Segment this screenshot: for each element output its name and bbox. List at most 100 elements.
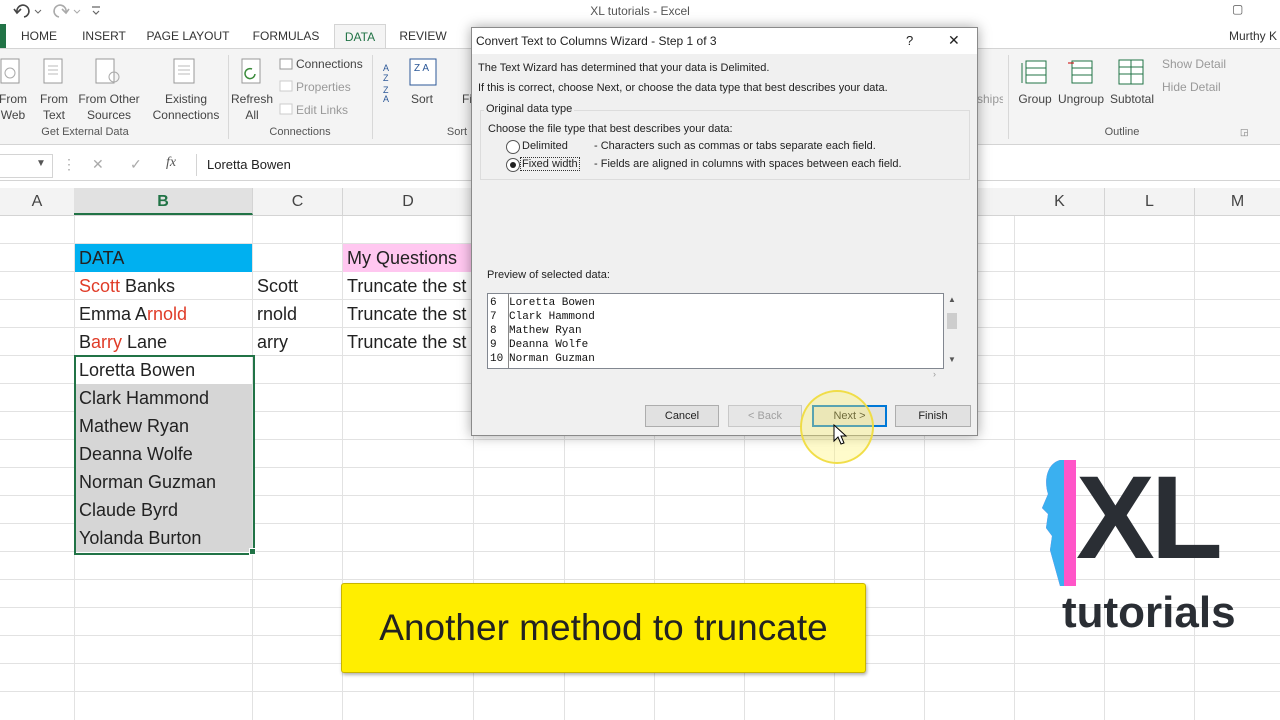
choose-file-type-label: Choose the file type that best describes… (488, 123, 733, 135)
ribbon-separator (228, 55, 229, 139)
cell-d5[interactable]: Truncate the st (343, 328, 473, 356)
ungroup-icon (1068, 60, 1093, 84)
ribbon-separator (1008, 55, 1009, 139)
cell-b3[interactable]: Scott Banks (75, 272, 252, 300)
enter-entry-icon[interactable]: ✓ (130, 156, 142, 173)
scroll-thumb[interactable] (947, 313, 957, 329)
column-header-a[interactable]: A (0, 188, 75, 215)
preview-row-number: 6 (490, 297, 497, 309)
tab-page-layout[interactable]: PAGE LAYOUT (144, 24, 232, 48)
from-other-sources-button[interactable]: From Other Sources (74, 91, 144, 123)
cell-c5[interactable]: arry (253, 328, 341, 356)
title-bar: XL tutorials - Excel ▢ (0, 0, 1280, 24)
refresh-all-button[interactable]: Refresh All (230, 91, 274, 123)
insert-function-icon[interactable]: fx (166, 155, 176, 171)
scroll-down-icon[interactable]: ▼ (948, 355, 956, 364)
preview-row-number: 8 (490, 325, 497, 337)
group-button[interactable]: Group (1014, 91, 1056, 107)
connections-button[interactable]: Connections (296, 56, 363, 72)
column-header-l[interactable]: L (1105, 188, 1195, 215)
redo-icon[interactable] (52, 3, 82, 21)
name-box[interactable]: ▼ (0, 154, 53, 178)
cell-d3[interactable]: Truncate the st (343, 272, 473, 300)
hide-detail-button[interactable]: Hide Detail (1162, 79, 1221, 95)
tab-review[interactable]: REVIEW (394, 24, 452, 48)
tab-formulas[interactable]: FORMULAS (246, 24, 326, 48)
cell-my-questions-header[interactable]: My Questions (343, 244, 473, 272)
scroll-right-icon[interactable]: › (933, 369, 936, 379)
wizard-info-line-1: The Text Wizard has determined that your… (478, 62, 770, 74)
text-to-columns-dialog: Convert Text to Columns Wizard - Step 1 … (471, 27, 978, 436)
caption-banner: Another method to truncate (341, 583, 866, 673)
preview-row-number: 7 (490, 311, 497, 323)
ribbon-separator (372, 55, 373, 139)
cancel-entry-icon[interactable]: ✕ (92, 156, 104, 173)
group-icon (1021, 60, 1047, 84)
window-title: XL tutorials - Excel (590, 4, 690, 18)
file-tab-edge[interactable] (0, 24, 6, 48)
dialog-title-bar[interactable]: Convert Text to Columns Wizard - Step 1 … (472, 28, 977, 54)
column-header-d[interactable]: D (343, 188, 474, 215)
cell-b5[interactable]: Barry Lane (75, 328, 252, 356)
chevron-down-icon: ▼ (36, 158, 46, 169)
show-detail-button[interactable]: Show Detail (1162, 56, 1226, 72)
refresh-icon (241, 58, 261, 84)
cell-d4[interactable]: Truncate the st (343, 300, 473, 328)
sort-icon: Z A (409, 58, 437, 86)
fixed-width-radio[interactable] (506, 158, 520, 172)
outline-dialog-launcher-icon[interactable]: ◲ (1240, 127, 1249, 138)
close-button[interactable]: ✕ (948, 32, 960, 49)
from-text-button[interactable]: From Text (36, 91, 72, 123)
delimited-label[interactable]: Delimited (522, 140, 568, 152)
subtotal-button[interactable]: Subtotal (1106, 91, 1158, 107)
data-preview[interactable]: 6 Loretta Bowen 7 Clark Hammond 8 Mathew… (487, 293, 944, 369)
preview-horizontal-scrollbar[interactable]: › (487, 369, 942, 383)
undo-icon[interactable] (12, 3, 42, 21)
cancel-button[interactable]: Cancel (645, 405, 719, 427)
group-get-external-data: Get External Data (41, 126, 129, 138)
preview-row-number: 9 (490, 339, 497, 351)
edit-links-button[interactable]: Edit Links (296, 102, 348, 118)
tab-data[interactable]: DATA (334, 24, 386, 49)
from-other-sources-icon (95, 58, 120, 84)
connections-icon (279, 58, 293, 70)
column-header-k[interactable]: K (1015, 188, 1105, 215)
tab-home[interactable]: HOME (14, 24, 64, 48)
column-header-m[interactable]: M (1195, 188, 1280, 215)
from-web-button[interactable]: From Web (0, 91, 30, 123)
existing-connections-button[interactable]: Existing Connections (148, 91, 224, 123)
svg-text:Z: Z (383, 73, 389, 83)
back-button[interactable]: < Back (728, 405, 802, 427)
column-header-c[interactable]: C (253, 188, 343, 215)
group-connections: Connections (269, 126, 331, 138)
cell-c3[interactable]: Scott (253, 272, 341, 300)
help-button[interactable]: ? (906, 33, 913, 48)
mouse-pointer-icon (833, 424, 848, 445)
tab-insert[interactable]: INSERT (78, 24, 130, 48)
cell-b4[interactable]: Emma Arnold (75, 300, 252, 328)
relationships-button[interactable]: ships (977, 91, 1003, 107)
fill-handle[interactable] (249, 548, 256, 555)
preview-row-text: Norman Guzman (509, 353, 595, 365)
cell-data-header[interactable]: DATA (75, 244, 252, 272)
caption-text: Another method to truncate (379, 607, 828, 648)
ungroup-button[interactable]: Ungroup (1056, 91, 1106, 107)
group-sort: Sort (446, 126, 468, 138)
finish-button[interactable]: Finish (895, 405, 971, 427)
preview-row-number: 10 (490, 353, 504, 365)
sort-button[interactable]: Sort (404, 91, 440, 107)
fixed-width-label[interactable]: Fixed width (520, 157, 580, 171)
scroll-up-icon[interactable]: ▲ (948, 295, 956, 304)
svg-text:A: A (383, 63, 389, 73)
customize-toolbar-icon[interactable] (90, 4, 102, 18)
delimited-radio[interactable] (506, 140, 520, 154)
properties-button[interactable]: Properties (296, 79, 351, 95)
sort-ascending-icon[interactable]: AZZA (382, 59, 400, 103)
preview-vertical-scrollbar[interactable]: ▲ ▼ (944, 293, 960, 367)
preview-row-text: Loretta Bowen (509, 297, 595, 309)
more-dots-icon: ⋮ (62, 156, 76, 172)
column-header-b[interactable]: B (74, 188, 253, 215)
ribbon-options-icon[interactable]: ▢ (1232, 2, 1243, 16)
cell-c4[interactable]: rnold (253, 300, 341, 328)
edit-links-icon (279, 103, 293, 115)
